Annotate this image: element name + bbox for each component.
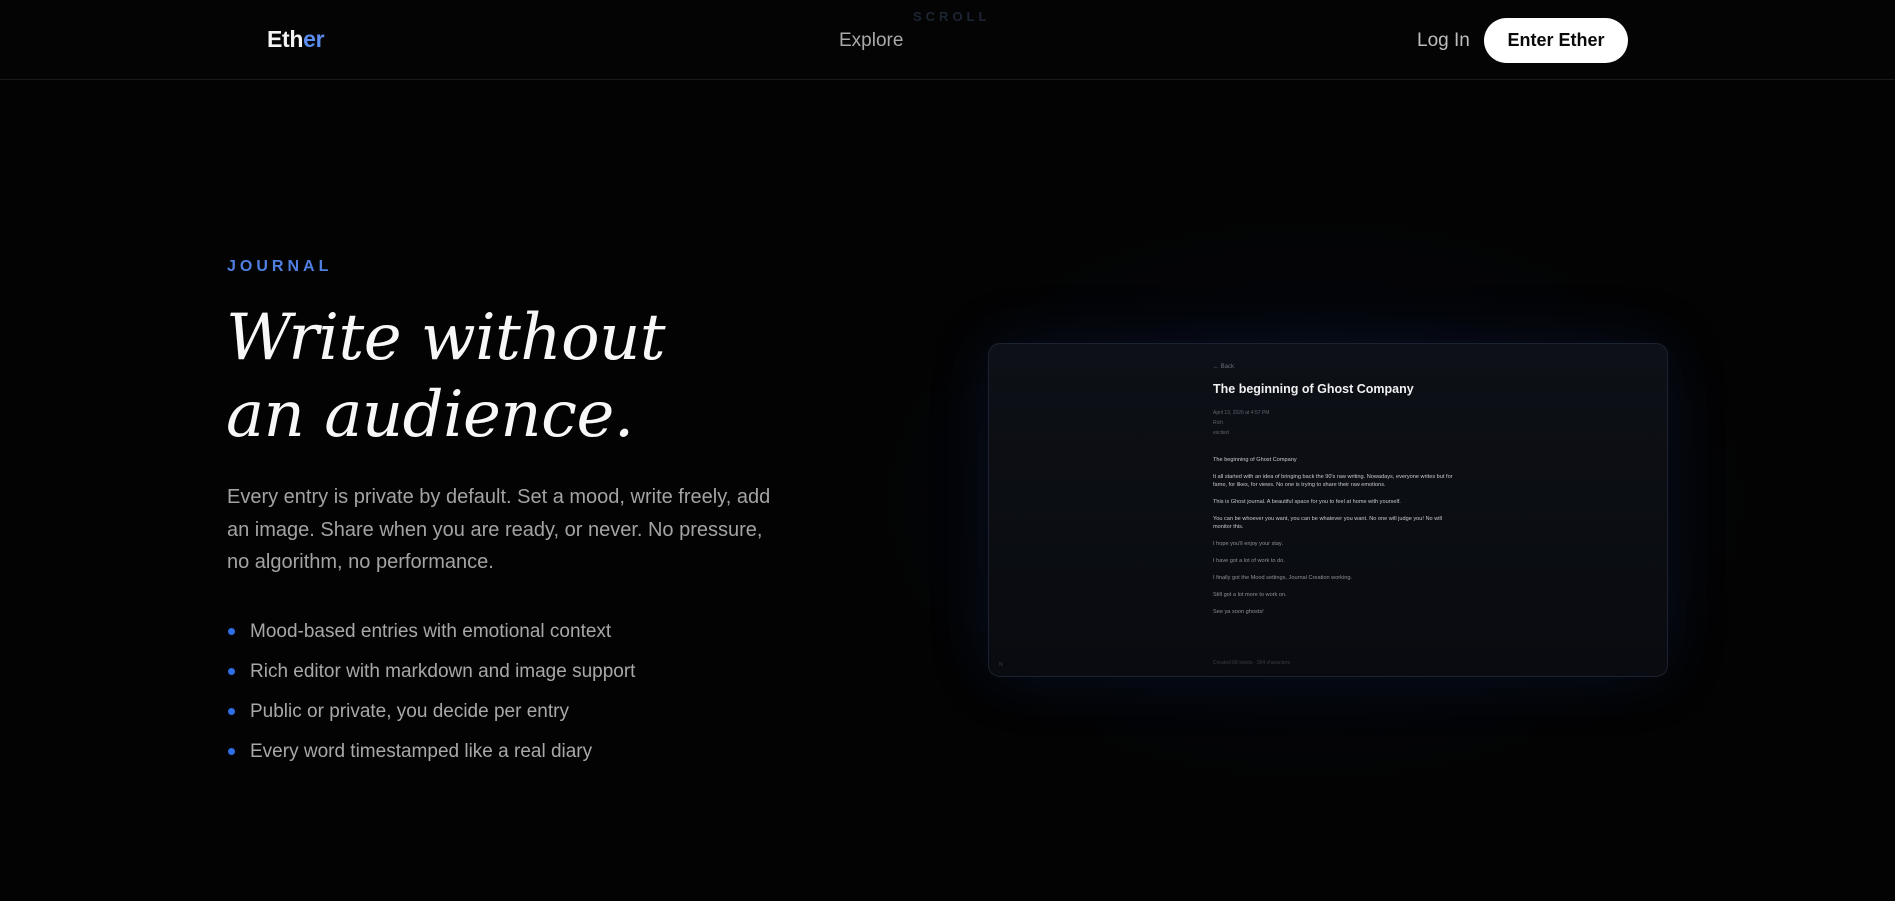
- journal-preview-window: ← Back The beginning of Ghost Company Ap…: [988, 343, 1668, 677]
- enter-ether-button[interactable]: Enter Ether: [1484, 18, 1628, 63]
- logo-text-accent: er: [303, 26, 325, 52]
- feature-item: Public or private, you decide per entry: [227, 698, 635, 738]
- hero-headline: Write without an audience.: [226, 300, 846, 454]
- nav-link-login[interactable]: Log In: [1417, 30, 1470, 52]
- feature-label: Every word timestamped like a real diary: [250, 741, 593, 762]
- preview-body-line: Still got a lot more to work on.: [1213, 592, 1287, 598]
- hero-description: Every entry is private by default. Set a…: [227, 486, 771, 573]
- feature-label: Public or private, you decide per entry: [250, 701, 569, 722]
- preview-corner-mark: N: [999, 662, 1003, 668]
- scroll-hint: SCROLL: [913, 9, 991, 24]
- section-eyebrow: JOURNAL: [227, 258, 333, 275]
- preview-entry-title: The beginning of Ghost Company: [1213, 382, 1414, 396]
- preview-body-line: See ya soon ghosts!: [1213, 609, 1264, 615]
- preview-body-line: I finally got the Mood settings, Journal…: [1213, 575, 1352, 581]
- bullet-dot-icon: [228, 748, 235, 755]
- preview-entry-mood: Rich: [1213, 420, 1224, 426]
- feature-item: Rich editor with markdown and image supp…: [227, 658, 635, 698]
- feature-label: Mood-based entries with emotional contex…: [250, 621, 612, 642]
- bullet-dot-icon: [228, 668, 235, 675]
- bullet-dot-icon: [228, 708, 235, 715]
- preview-body-line: This is Ghost journal. A beautiful space…: [1213, 499, 1401, 505]
- preview-entry-body: The beginning of Ghost Company It all st…: [1213, 456, 1453, 625]
- feature-item: Every word timestamped like a real diary: [227, 738, 635, 778]
- logo-text-main: Eth: [267, 26, 304, 52]
- preview-body-line: I hope you'll enjoy your stay.: [1213, 541, 1283, 547]
- preview-body-line: The beginning of Ghost Company: [1213, 457, 1297, 463]
- feature-list: Mood-based entries with emotional contex…: [227, 618, 635, 778]
- preview-word-count: Created 68 words · 364 characters: [1213, 660, 1290, 666]
- preview-body-line: It all started with an idea of bringing …: [1213, 474, 1453, 488]
- bullet-dot-icon: [228, 628, 235, 635]
- preview-entry-date: April 13, 2026 at 4:57 PM: [1213, 410, 1270, 416]
- preview-back-link: ← Back: [1213, 364, 1235, 370]
- headline-line-1: Write without: [226, 301, 666, 375]
- preview-body-line: You can be whoever you want, you can be …: [1213, 516, 1442, 530]
- feature-item: Mood-based entries with emotional contex…: [227, 618, 635, 658]
- feature-label: Rich editor with markdown and image supp…: [250, 661, 636, 682]
- headline-line-2: an audience.: [226, 378, 634, 452]
- nav-link-explore[interactable]: Explore: [839, 30, 903, 52]
- preview-entry-status: excited: [1213, 430, 1229, 436]
- preview-body-line: I have got a lot of work to do.: [1213, 558, 1285, 564]
- top-navigation-bar: Ether SCROLL Explore Log In Enter Ether: [0, 0, 1895, 80]
- ether-logo[interactable]: Ether: [267, 26, 325, 53]
